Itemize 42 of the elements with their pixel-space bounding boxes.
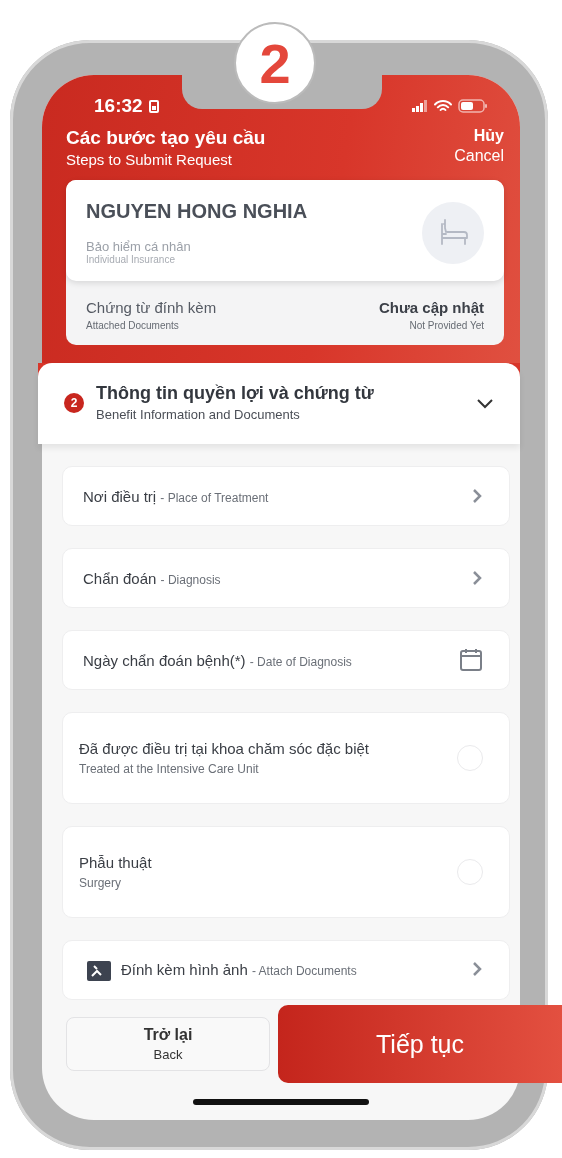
section-subtitle: Benefit Information and Documents (96, 407, 301, 422)
chevron-right-icon (471, 570, 483, 586)
back-button[interactable]: Trở lại Back (66, 1017, 270, 1071)
documents-status-english: Not Provided Yet (409, 320, 484, 331)
status-time: 16:32 (94, 95, 143, 117)
form-row[interactable]: Đã được điều trị tại khoa chăm sóc đặc biệt Treated at the Intensive Care Unit (62, 712, 510, 804)
cancel-button[interactable]: Hủy Cancel (454, 127, 504, 165)
plan-name: Bảo hiểm cá nhân (86, 239, 192, 254)
documents-label: Chứng từ đính kèm (86, 299, 217, 316)
sim-icon (148, 99, 159, 113)
battery-icon (458, 99, 488, 113)
documents-label-english: Attached Documents (86, 320, 180, 331)
section-title: Thông tin quyền lợi và chứng từ (96, 383, 375, 404)
form-row[interactable]: Ngày chẩn đoán bệnh(*) - Date of Diagnosis (62, 630, 510, 690)
screen-title: Các bước tạo yêu cầu (66, 127, 266, 149)
wifi-icon (434, 99, 452, 113)
form-row[interactable]: Chẩn đoán - Diagnosis (62, 548, 510, 608)
field-label-english: Surgery (79, 876, 123, 890)
documents-status: Chưa cập nhật (378, 299, 484, 316)
field-label: Đã được điều trị tại khoa chăm sóc đặc biệt (79, 740, 371, 757)
field-label: Đính kèm hình ảnh - Attach Documents (121, 961, 358, 978)
field-label: Nơi điều trị - Place of Treatment (83, 487, 270, 505)
field-label: Ngày chẩn đoán bệnh(*) - Date of Diagnosis (83, 651, 353, 669)
step-number: 2 (64, 392, 84, 413)
chevron-right-icon (471, 961, 483, 977)
image-icon (87, 961, 111, 981)
chevron-right-icon (471, 488, 483, 504)
form-row[interactable]: Phẫu thuật Surgery (62, 826, 510, 918)
screen-subtitle: Steps to Submit Request (66, 151, 233, 168)
hospital-bed-icon (422, 201, 484, 264)
field-label: Phẫu thuật (79, 854, 153, 871)
signal-icon (412, 100, 428, 112)
field-label: Chẩn đoán - Diagnosis (83, 569, 222, 587)
form-row[interactable]: Đính kèm hình ảnh - Attach Documents (62, 940, 510, 1000)
form-row[interactable]: Nơi điều trị - Place of Treatment (62, 466, 510, 526)
plan-name-english: Individual Insurance (86, 254, 176, 265)
step-badge: 2 (234, 22, 316, 104)
insured-name: NGUYEN HONG NGHIA (86, 200, 308, 223)
section-header[interactable]: 2 Thông tin quyền lợi và chứng từ Benefit Information and Documents (38, 363, 520, 444)
field-label-english: Treated at the Intensive Care Unit (79, 762, 260, 776)
calendar-icon (459, 648, 483, 672)
continue-button[interactable]: Tiếp tục (278, 1005, 562, 1083)
